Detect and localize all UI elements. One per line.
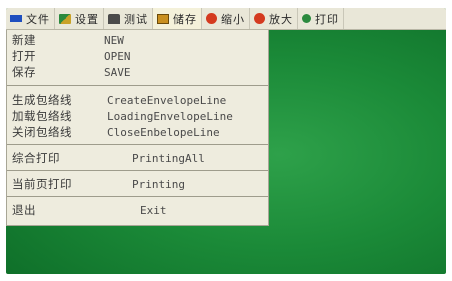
menu-item-close-envelope-en: CloseEnbelopeLine: [107, 125, 220, 139]
menu-item-new-en: NEW: [104, 33, 124, 47]
application-screen: 文件 设置 测试 储存 缩小 放大 打印 新建 NEW 打开 OPEN 保存 S…: [6, 8, 446, 274]
menu-item-create-envelope-en: CreateEnvelopeLine: [107, 93, 227, 107]
menu-print[interactable]: 打印: [298, 8, 344, 29]
menu-settings[interactable]: 设置: [55, 8, 104, 29]
menu-file[interactable]: 文件: [6, 8, 55, 29]
menu-item-print-page-cn: 当前页打印: [12, 177, 72, 191]
menu-item-load-envelope[interactable]: 加载包络线 LoadingEnvelopeLine: [7, 108, 268, 124]
menu-bar: 文件 设置 测试 储存 缩小 放大 打印: [6, 8, 446, 30]
print-page-group: 当前页打印 Printing: [7, 171, 268, 197]
menu-file-label: 文件: [26, 12, 50, 26]
menu-item-create-envelope[interactable]: 生成包络线 CreateEnvelopeLine: [7, 92, 268, 108]
menu-item-new[interactable]: 新建 NEW: [7, 32, 268, 48]
menu-item-close-envelope[interactable]: 关闭包络线 CloseEnbelopeLine: [7, 124, 268, 140]
file-icon: [10, 15, 22, 22]
print-all-group: 综合打印 PrintingAll: [7, 145, 268, 171]
menu-item-print-page-en: Printing: [132, 177, 185, 191]
menu-settings-label: 设置: [75, 12, 99, 26]
menu-item-exit-en: Exit: [140, 203, 167, 217]
exit-group: 退出 Exit: [7, 197, 268, 222]
menu-item-exit-cn: 退出: [12, 203, 36, 217]
menu-item-open[interactable]: 打开 OPEN: [7, 48, 268, 64]
menu-item-exit[interactable]: 退出 Exit: [7, 202, 268, 218]
menu-test[interactable]: 测试: [104, 8, 153, 29]
menu-item-save[interactable]: 保存 SAVE: [7, 64, 268, 80]
menu-item-load-envelope-cn: 加载包络线: [12, 109, 72, 123]
menu-storage-label: 储存: [173, 12, 197, 26]
menu-zoom-out[interactable]: 缩小: [202, 8, 250, 29]
menu-test-label: 测试: [124, 12, 148, 26]
menu-item-print-all-en: PrintingAll: [132, 151, 205, 165]
menu-storage[interactable]: 储存: [153, 8, 202, 29]
file-menu-dropdown: 新建 NEW 打开 OPEN 保存 SAVE 生成包络线 CreateEnvel…: [6, 30, 269, 226]
zoom-out-icon: [206, 13, 217, 24]
menu-item-save-en: SAVE: [104, 65, 131, 79]
menu-print-label: 打印: [315, 12, 339, 26]
test-icon: [108, 13, 120, 24]
print-icon: [302, 14, 311, 23]
file-ops-group: 新建 NEW 打开 OPEN 保存 SAVE: [7, 30, 268, 86]
menu-item-close-envelope-cn: 关闭包络线: [12, 125, 72, 139]
menu-item-open-cn: 打开: [12, 49, 36, 63]
menu-item-new-cn: 新建: [12, 33, 36, 47]
menu-item-open-en: OPEN: [104, 49, 131, 63]
envelope-group: 生成包络线 CreateEnvelopeLine 加载包络线 LoadingEn…: [7, 86, 268, 145]
menu-zoom-in[interactable]: 放大: [250, 8, 298, 29]
menu-item-load-envelope-en: LoadingEnvelopeLine: [107, 109, 233, 123]
menu-item-create-envelope-cn: 生成包络线: [12, 93, 72, 107]
storage-icon: [157, 13, 169, 24]
menu-item-print-all-cn: 综合打印: [12, 151, 60, 165]
zoom-in-icon: [254, 13, 265, 24]
menu-item-print-all[interactable]: 综合打印 PrintingAll: [7, 150, 268, 166]
menu-zoom-out-label: 缩小: [221, 12, 245, 26]
settings-icon: [59, 13, 71, 24]
menu-zoom-in-label: 放大: [269, 12, 293, 26]
menu-item-save-cn: 保存: [12, 65, 36, 79]
menu-item-print-page[interactable]: 当前页打印 Printing: [7, 176, 268, 192]
